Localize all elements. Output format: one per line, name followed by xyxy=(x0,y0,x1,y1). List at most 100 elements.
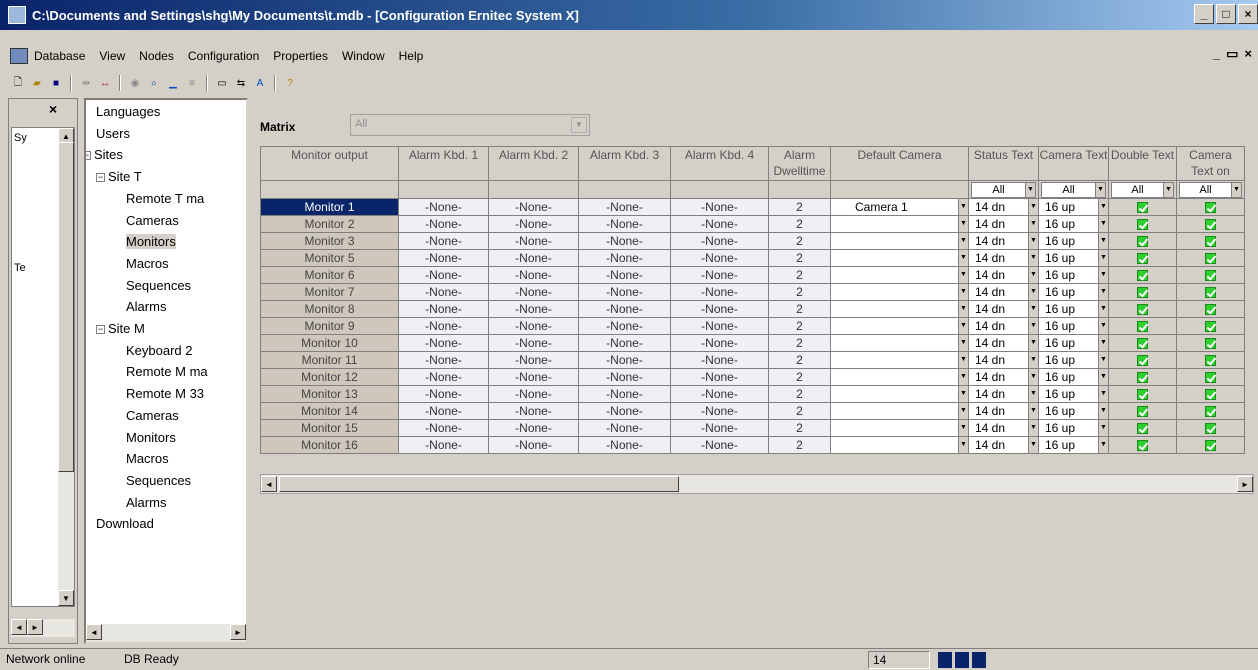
camtext-combo-cell[interactable]: 16 up ▼ xyxy=(1038,232,1109,250)
horizontal-scrollbar[interactable]: ◄ ► xyxy=(11,619,75,637)
dwell-cell[interactable]: 2 xyxy=(768,419,831,437)
checkbox-checked-icon[interactable] xyxy=(1137,338,1148,350)
monitor-output-cell[interactable]: Monitor 10 xyxy=(260,334,399,352)
kbd1-cell[interactable]: -None- xyxy=(398,351,489,369)
kbd1-cell[interactable]: -None- xyxy=(398,215,489,233)
dwell-cell[interactable]: 2 xyxy=(768,368,831,386)
camera-combo-cell[interactable]: ▼ xyxy=(830,385,969,403)
find-icon[interactable]: ⌕ xyxy=(146,75,162,91)
font-icon[interactable]: A xyxy=(252,75,268,91)
camera-combo-cell[interactable]: ▼ xyxy=(830,249,969,267)
chevron-down-icon[interactable]: ▼ xyxy=(1028,233,1038,249)
camtext-combo-cell[interactable]: 16 up ▼ xyxy=(1038,198,1109,216)
menu-database[interactable]: Database xyxy=(34,49,85,63)
kbd4-cell[interactable]: -None- xyxy=(670,215,769,233)
camtext-combo-cell[interactable]: 16 up ▼ xyxy=(1038,402,1109,420)
camera-combo-cell[interactable]: ▼ xyxy=(830,351,969,369)
dwell-cell[interactable]: 2 xyxy=(768,232,831,250)
camera-combo-cell[interactable]: ▼ xyxy=(830,368,969,386)
vertical-scrollbar[interactable]: ▲ ▼ xyxy=(58,128,74,606)
kbd4-cell[interactable]: -None- xyxy=(670,283,769,301)
close-button[interactable]: × xyxy=(1238,4,1258,24)
checkbox-checked-icon[interactable] xyxy=(1137,202,1148,214)
chevron-down-icon[interactable]: ▼ xyxy=(1098,318,1108,334)
camtext-combo-cell[interactable]: 16 up ▼ xyxy=(1038,215,1109,233)
chevron-down-icon[interactable]: ▼ xyxy=(1098,199,1108,215)
checkbox-checked-icon[interactable] xyxy=(1205,287,1216,299)
collapse-icon[interactable]: − xyxy=(86,151,91,161)
tree-node[interactable]: Sequences xyxy=(126,278,191,293)
chevron-down-icon[interactable]: ▼ xyxy=(1231,182,1241,197)
checkbox-checked-icon[interactable] xyxy=(1137,219,1148,231)
checkbox-checked-icon[interactable] xyxy=(1205,440,1216,452)
filter-dropdown-double[interactable]: All ▼ xyxy=(1111,181,1174,198)
kbd3-cell[interactable]: -None- xyxy=(578,317,671,335)
collapse-icon[interactable]: − xyxy=(96,325,105,335)
kbd2-cell[interactable]: -None- xyxy=(488,368,579,386)
chevron-down-icon[interactable]: ▼ xyxy=(1098,301,1108,317)
chevron-down-icon[interactable]: ▼ xyxy=(958,216,968,232)
arrows-icon[interactable]: ⇆ xyxy=(233,75,249,91)
kbd4-cell[interactable]: -None- xyxy=(670,334,769,352)
monitor-output-cell[interactable]: Monitor 12 xyxy=(260,368,399,386)
kbd2-cell[interactable]: -None- xyxy=(488,402,579,420)
kbd3-cell[interactable]: -None- xyxy=(578,334,671,352)
chevron-down-icon[interactable]: ▼ xyxy=(1028,301,1038,317)
minimize-button[interactable]: _ xyxy=(1194,4,1214,24)
kbd1-cell[interactable]: -None- xyxy=(398,436,489,454)
kbd2-cell[interactable]: -None- xyxy=(488,215,579,233)
chevron-down-icon[interactable]: ▼ xyxy=(1098,250,1108,266)
kbd4-cell[interactable]: -None- xyxy=(670,317,769,335)
kbd1-cell[interactable]: -None- xyxy=(398,385,489,403)
column-header-kbd1[interactable]: Alarm Kbd. 1 xyxy=(398,146,489,181)
chevron-down-icon[interactable]: ▼ xyxy=(958,318,968,334)
chevron-down-icon[interactable]: ▼ xyxy=(1098,403,1108,419)
kbd4-cell[interactable]: -None- xyxy=(670,351,769,369)
camera-combo-cell[interactable]: ▼ xyxy=(830,317,969,335)
kbd1-cell[interactable]: -None- xyxy=(398,368,489,386)
matrix-select[interactable]: All ▼ xyxy=(350,114,590,136)
monitor-output-cell[interactable]: Monitor 13 xyxy=(260,385,399,403)
kbd4-cell[interactable]: -None- xyxy=(670,402,769,420)
table-row[interactable]: Monitor 8 -None- -None- -None- -None- 2 ▼ 14 dn… xyxy=(260,300,1245,318)
scroll-down-icon[interactable]: ▼ xyxy=(58,590,74,606)
window-icon[interactable]: ▭ xyxy=(214,75,230,91)
grid-horizontal-scrollbar[interactable]: ◄ ► xyxy=(260,474,1254,494)
chevron-down-icon[interactable]: ▼ xyxy=(958,199,968,215)
kbd4-cell[interactable]: -None- xyxy=(670,249,769,267)
menu-configuration[interactable]: Configuration xyxy=(188,49,259,63)
camtext-combo-cell[interactable]: 16 up ▼ xyxy=(1038,385,1109,403)
kbd2-cell[interactable]: -None- xyxy=(488,351,579,369)
mdi-close-button[interactable]: × xyxy=(1244,46,1252,62)
scroll-left-icon[interactable]: ◄ xyxy=(86,624,102,640)
scroll-left-icon[interactable]: ◄ xyxy=(11,619,27,635)
status-combo-cell[interactable]: 14 dn ▼ xyxy=(968,300,1039,318)
checkbox-checked-icon[interactable] xyxy=(1137,321,1148,333)
close-icon[interactable]: × xyxy=(49,101,57,117)
column-header-camtexton[interactable]: Camera Text on xyxy=(1176,146,1245,181)
camtext-combo-cell[interactable]: 16 up ▼ xyxy=(1038,334,1109,352)
disconnect-icon[interactable]: ↔ xyxy=(97,75,113,91)
dwell-cell[interactable]: 2 xyxy=(768,198,831,216)
chevron-down-icon[interactable]: ▼ xyxy=(1028,335,1038,351)
camera-combo-cell[interactable]: ▼ xyxy=(830,419,969,437)
kbd2-cell[interactable]: -None- xyxy=(488,317,579,335)
table-row[interactable]: Monitor 13 -None- -None- -None- -None- 2 ▼ 14 d… xyxy=(260,385,1245,403)
tree-node[interactable]: Download xyxy=(96,516,154,531)
chevron-down-icon[interactable]: ▼ xyxy=(1098,216,1108,232)
chevron-down-icon[interactable]: ▼ xyxy=(1028,284,1038,300)
kbd3-cell[interactable]: -None- xyxy=(578,419,671,437)
kbd3-cell[interactable]: -None- xyxy=(578,283,671,301)
tree-node[interactable]: Remote M ma xyxy=(126,364,208,379)
tree-node[interactable]: Alarms xyxy=(126,495,166,510)
checkbox-checked-icon[interactable] xyxy=(1137,423,1148,435)
chevron-down-icon[interactable]: ▼ xyxy=(958,386,968,402)
kbd4-cell[interactable]: -None- xyxy=(670,368,769,386)
camtext-combo-cell[interactable]: 16 up ▼ xyxy=(1038,266,1109,284)
save-icon[interactable]: ■ xyxy=(48,75,64,91)
left-tree-node[interactable]: Te xyxy=(14,262,26,274)
dwell-cell[interactable]: 2 xyxy=(768,317,831,335)
chevron-down-icon[interactable]: ▼ xyxy=(1028,420,1038,436)
status-combo-cell[interactable]: 14 dn ▼ xyxy=(968,334,1039,352)
mdi-restore-button[interactable]: ▭ xyxy=(1226,46,1238,62)
